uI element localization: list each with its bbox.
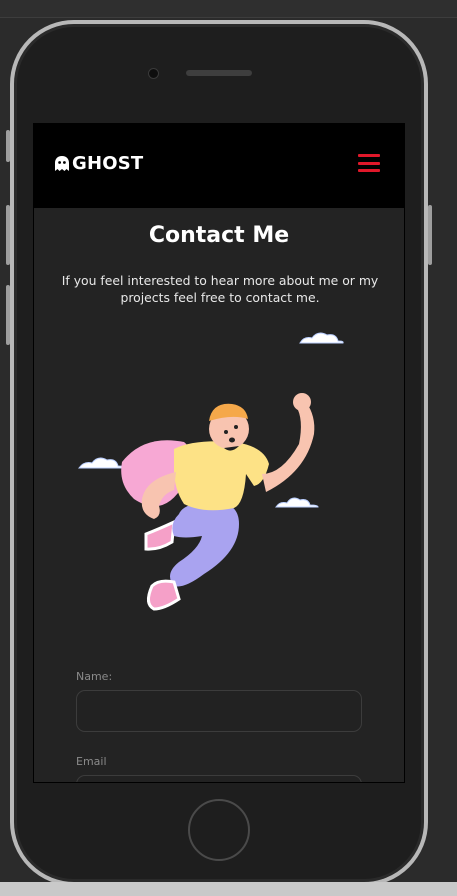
email-label: Email — [76, 755, 107, 768]
cloud-left — [78, 457, 124, 469]
page-title: Contact Me — [148, 223, 290, 248]
phone-home-button[interactable] — [188, 799, 250, 861]
pants — [170, 502, 239, 587]
phone-volume-down — [6, 285, 10, 345]
hamburger-icon[interactable] — [358, 154, 380, 172]
phone-side-button — [6, 130, 10, 162]
top-bar — [0, 0, 457, 18]
navbar: GHOST — [34, 124, 404, 208]
page-subtitle: If you feel interested to hear more abou… — [61, 273, 379, 305]
cloud-right — [275, 497, 319, 508]
email-input[interactable] — [76, 775, 362, 782]
phone-camera — [148, 68, 159, 79]
shirt — [174, 441, 269, 511]
phone-speaker — [186, 70, 252, 76]
phone-power-button — [428, 205, 432, 265]
name-label: Name: — [76, 670, 113, 683]
brand-name: GHOST — [72, 153, 144, 174]
phone-volume-up — [6, 205, 10, 265]
brand-logo[interactable]: GHOST — [54, 153, 143, 174]
bottom-bar — [0, 882, 457, 896]
ghost-icon — [54, 155, 70, 172]
flying-person-illustration — [78, 332, 344, 611]
cloud-top-right — [299, 332, 344, 344]
name-input[interactable] — [76, 690, 362, 732]
phone-screen: GHOST Contact Me If you feel interested … — [33, 123, 405, 783]
